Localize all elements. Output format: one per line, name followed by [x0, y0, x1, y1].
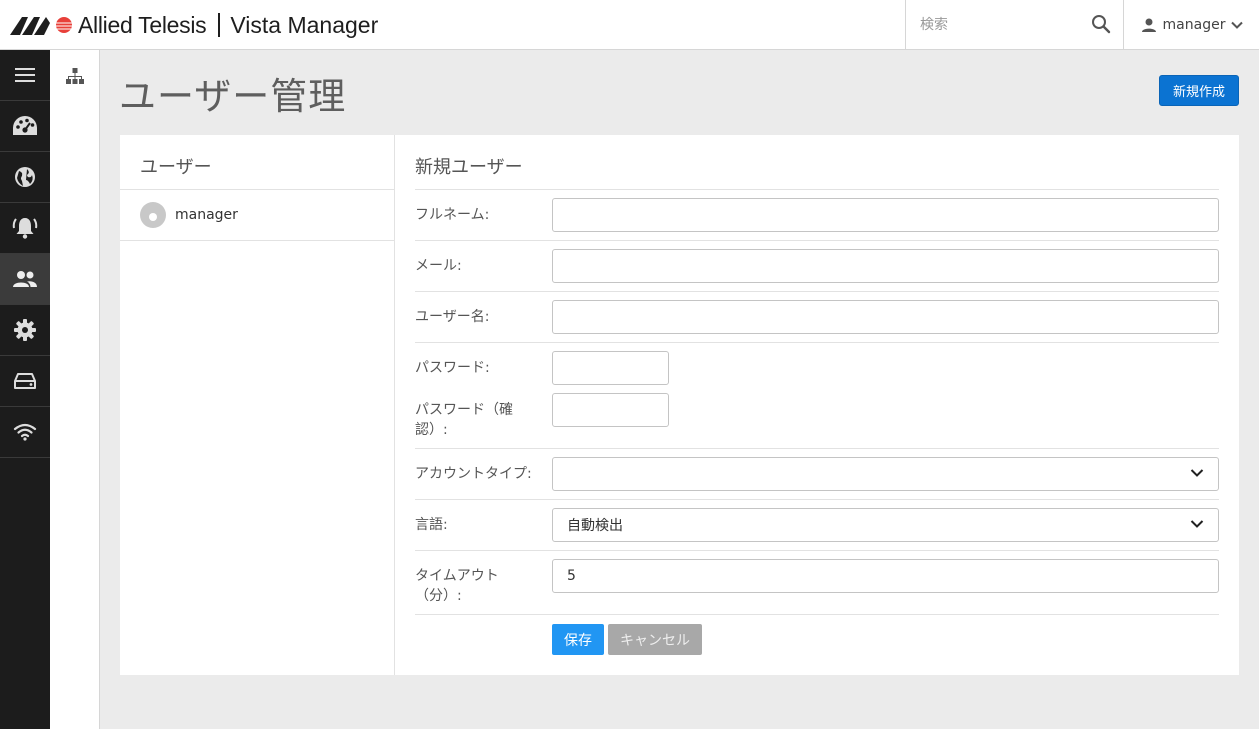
timeout-input[interactable]: [552, 559, 1219, 593]
user-management-card: ユーザー manager 新規ユーザー フルネーム: メール: ユーザー名: パ…: [120, 135, 1239, 675]
logo-icon: [10, 17, 72, 35]
list-item[interactable]: manager: [120, 190, 394, 240]
form-title: 新規ユーザー: [415, 157, 523, 178]
sidebar-item-storage[interactable]: [0, 356, 50, 407]
sidebar-menu-toggle[interactable]: [0, 50, 50, 101]
account-type-label: アカウントタイプ:: [415, 466, 532, 482]
sub-sidebar: [50, 50, 100, 729]
users-icon: [13, 271, 37, 287]
email-label: メール:: [415, 258, 462, 274]
email-input[interactable]: [552, 249, 1219, 283]
brand-logo[interactable]: Allied Telesis Vista Manager: [10, 10, 378, 40]
brand-separator: [218, 13, 221, 37]
sidebar-item-dashboard[interactable]: [0, 101, 50, 152]
divider: [415, 550, 1219, 551]
page-title: ユーザー管理: [119, 75, 347, 118]
network-tree-icon[interactable]: [66, 68, 84, 84]
chevron-down-icon: [1190, 520, 1204, 528]
user-list-title: ユーザー: [140, 157, 212, 178]
sidebar-item-network-map[interactable]: [0, 152, 50, 203]
main-sidebar: [0, 50, 50, 729]
account-type-select[interactable]: [552, 457, 1219, 491]
username-label: ユーザー名:: [415, 309, 490, 325]
language-value: 自動検出: [567, 518, 623, 534]
user-menu-name: manager: [1162, 17, 1226, 33]
fullname-label: フルネーム:: [415, 207, 490, 223]
cancel-button[interactable]: キャンセル: [608, 624, 702, 655]
wifi-icon: [13, 423, 37, 441]
user-icon: [1141, 18, 1156, 32]
divider: [415, 614, 1219, 615]
password-confirm-input[interactable]: [552, 393, 669, 427]
gear-icon: [14, 319, 36, 341]
alarm-bell-icon: [12, 218, 38, 239]
new-user-form: 新規ユーザー フルネーム: メール: ユーザー名: パスワード: パスワード（確…: [415, 135, 1219, 675]
search-input[interactable]: [918, 12, 1082, 38]
user-menu[interactable]: manager: [1125, 0, 1259, 50]
avatar: [140, 202, 166, 228]
storage-icon: [14, 373, 36, 389]
global-search: [905, 0, 1124, 50]
create-new-button[interactable]: 新規作成: [1159, 75, 1239, 106]
chevron-down-icon: [1190, 469, 1204, 477]
divider: [415, 189, 1219, 190]
top-header: Allied Telesis Vista Manager manager: [0, 0, 1259, 50]
divider: [415, 240, 1219, 241]
globe-icon: [15, 167, 35, 187]
dashboard-icon: [13, 116, 37, 135]
sidebar-item-users[interactable]: [0, 254, 50, 305]
password-input[interactable]: [552, 351, 669, 385]
chevron-down-icon: [1231, 21, 1244, 29]
divider: [120, 240, 394, 241]
password-confirm-label-line2: 認）:: [415, 422, 448, 438]
language-select[interactable]: 自動検出: [552, 508, 1219, 542]
save-button[interactable]: 保存: [552, 624, 604, 655]
product-name: Vista Manager: [230, 11, 379, 38]
brand-name: Allied Telesis: [78, 11, 207, 38]
language-label: 言語:: [415, 517, 448, 533]
sidebar-item-wireless[interactable]: [0, 407, 50, 458]
fullname-input[interactable]: [552, 198, 1219, 232]
user-list-panel: ユーザー manager: [120, 135, 395, 675]
menu-icon: [15, 68, 35, 82]
password-label: パスワード:: [415, 360, 490, 376]
timeout-label-line1: タイムアウト: [415, 568, 499, 584]
divider: [415, 291, 1219, 292]
divider: [415, 499, 1219, 500]
search-icon[interactable]: [1091, 14, 1111, 34]
divider: [415, 342, 1219, 343]
username-input[interactable]: [552, 300, 1219, 334]
timeout-label-line2: （分）:: [415, 588, 462, 604]
sidebar-item-settings[interactable]: [0, 305, 50, 356]
list-item-name: manager: [175, 207, 238, 223]
sidebar-item-alarms[interactable]: [0, 203, 50, 254]
divider: [415, 448, 1219, 449]
password-confirm-label-line1: パスワード（確: [415, 402, 513, 418]
